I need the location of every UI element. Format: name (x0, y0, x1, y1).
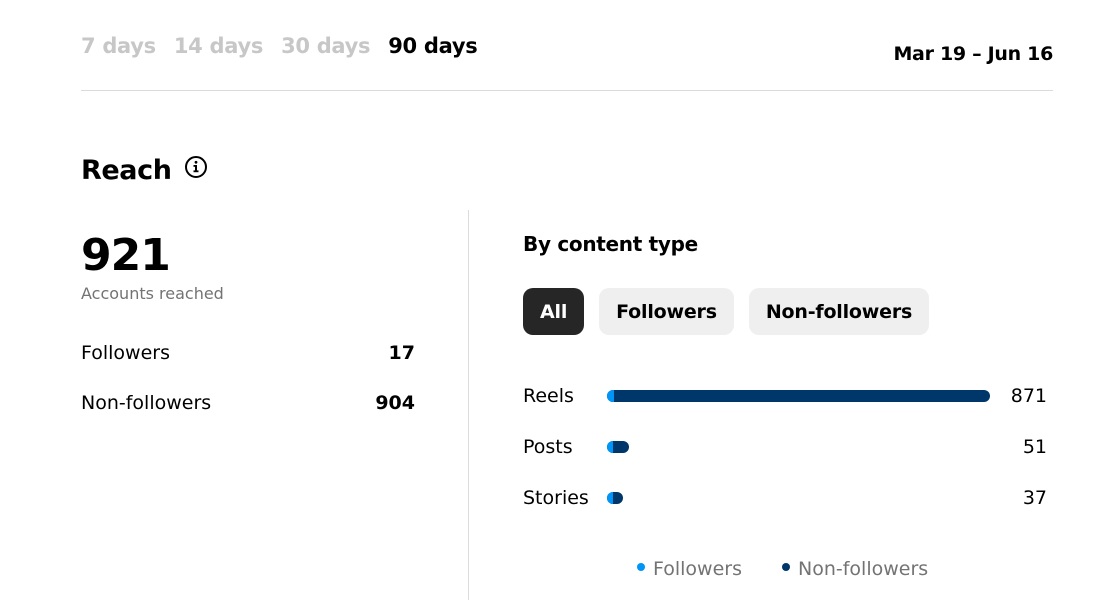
date-range-tabs: 7 days 14 days 30 days 90 days (81, 34, 478, 58)
top-divider (81, 90, 1053, 91)
bar-label: Posts (523, 436, 573, 458)
bar-track (607, 492, 990, 504)
legend-label: Followers (653, 558, 742, 580)
date-range-label: Mar 19 – Jun 16 (893, 43, 1053, 65)
tab-90-days[interactable]: 90 days (388, 34, 477, 58)
bar-posts[interactable] (607, 441, 629, 453)
bar-value: 37 (1022, 487, 1047, 509)
tab-30-days[interactable]: 30 days (281, 34, 370, 58)
breakdown-value: 904 (375, 392, 415, 414)
breakdown-label: Non-followers (81, 392, 212, 414)
bar-segment-followers (607, 492, 613, 504)
content-type-bar-chart: Reels 871 Posts 51 Stories 37 (523, 380, 1053, 533)
bar-segment-followers (607, 390, 614, 402)
bar-segment-followers (607, 441, 613, 453)
bar-value: 871 (1010, 385, 1047, 407)
bar-label: Stories (523, 487, 589, 509)
accounts-reached-total: 921 (81, 230, 171, 281)
breakdown-row-non-followers: Non-followers 904 (81, 392, 415, 442)
legend-dot-followers (637, 563, 645, 571)
bar-value: 51 (1022, 436, 1047, 458)
filter-chip-followers[interactable]: Followers (599, 288, 734, 335)
bar-stories[interactable] (607, 492, 623, 504)
tab-7-days[interactable]: 7 days (81, 34, 156, 58)
info-icon[interactable] (184, 155, 208, 179)
content-type-title: By content type (523, 232, 698, 256)
reach-heading: Reach (81, 155, 208, 186)
audience-breakdown: Followers 17 Non-followers 904 (81, 342, 415, 442)
section-title-reach: Reach (81, 155, 172, 186)
accounts-reached-label: Accounts reached (81, 284, 224, 303)
tab-14-days[interactable]: 14 days (174, 34, 263, 58)
chart-legend: Followers Non-followers (637, 558, 928, 580)
bar-track (607, 390, 990, 402)
legend-dot-non-followers (782, 563, 790, 571)
audience-filter-chips: All Followers Non-followers (523, 288, 930, 335)
filter-chip-non-followers[interactable]: Non-followers (748, 288, 930, 335)
legend-item-followers: Followers (637, 558, 742, 580)
breakdown-label: Followers (81, 342, 170, 364)
bar-reels[interactable] (607, 390, 990, 402)
bar-row-posts: Posts 51 (523, 431, 1053, 482)
filter-chip-all[interactable]: All (523, 288, 585, 335)
bar-track (607, 441, 990, 453)
column-divider (468, 210, 469, 600)
breakdown-row-followers: Followers 17 (81, 342, 415, 392)
reach-insights-page: 7 days 14 days 30 days 90 days Mar 19 – … (0, 0, 1113, 600)
bar-row-stories: Stories 37 (523, 482, 1053, 533)
legend-label: Non-followers (798, 558, 929, 580)
breakdown-value: 17 (388, 342, 415, 364)
bar-label: Reels (523, 385, 574, 407)
bar-row-reels: Reels 871 (523, 380, 1053, 431)
legend-item-non-followers: Non-followers (782, 558, 928, 580)
